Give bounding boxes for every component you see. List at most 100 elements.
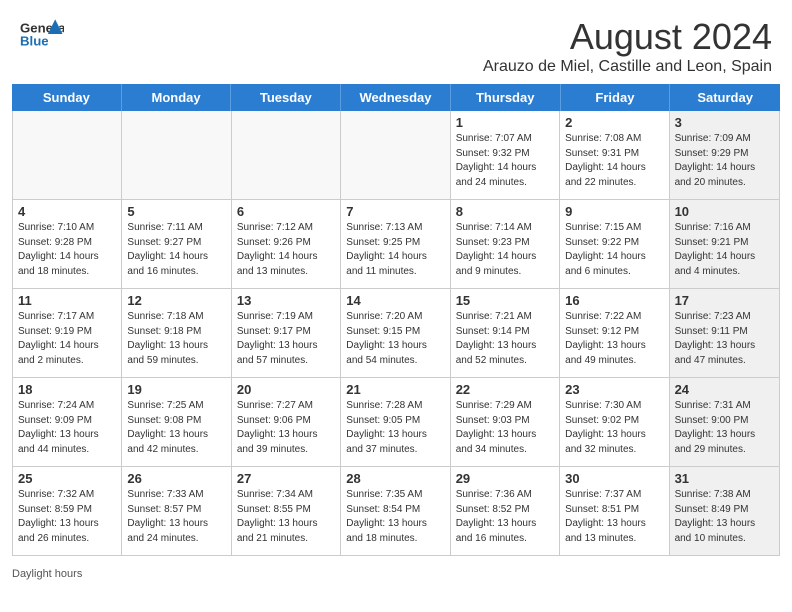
main-title: August 2024	[483, 16, 772, 58]
day-number: 30	[565, 471, 663, 486]
calendar-cell-empty-3	[341, 111, 450, 199]
day-number: 13	[237, 293, 335, 308]
calendar-cell-21: 21Sunrise: 7:28 AM Sunset: 9:05 PM Dayli…	[341, 378, 450, 466]
svg-text:Blue: Blue	[20, 34, 49, 49]
calendar-cell-12: 12 Sunrise: 7:18 AM Sunset: 9:18 PM Dayli…	[122, 289, 231, 377]
day-info: Sunrise: 7:09 AM Sunset: 9:29 PM Dayligh…	[675, 132, 774, 190]
day-info: Sunrise: 7:33 AM Sunset: 8:57 PM Dayligh…	[127, 488, 225, 546]
day-info: Sunrise: 7:30 AM Sunset: 9:02 PM Dayligh…	[565, 399, 663, 457]
day-info: Sunrise: 7:34 AM Sunset: 8:55 PM Dayligh…	[237, 488, 335, 546]
header-day-sunday: Sunday	[12, 84, 122, 111]
day-number: 14	[346, 293, 444, 308]
calendar-cell-empty-0	[13, 111, 122, 199]
header-day-wednesday: Wednesday	[341, 84, 451, 111]
day-info: Sunrise: 7:11 AM Sunset: 9:27 PM Dayligh…	[127, 221, 225, 279]
day-info: Sunrise: 7:22 AM Sunset: 9:12 PM Dayligh…	[565, 310, 663, 368]
day-info: Sunrise: 7:25 AM Sunset: 9:08 PM Dayligh…	[127, 399, 225, 457]
calendar-cell-6: 6Sunrise: 7:12 AM Sunset: 9:26 PM Daylig…	[232, 200, 341, 288]
day-info: Sunrise: 7:18 AM Sunset: 9:18 PM Dayligh…	[127, 310, 225, 368]
calendar-cell-19: 19 Sunrise: 7:25 AM Sunset: 9:08 PM Dayli…	[122, 378, 231, 466]
day-number: 16	[565, 293, 663, 308]
calendar-cell-17: 17 Sunrise: 7:23 AM Sunset: 9:11 PM Dayli…	[670, 289, 779, 377]
calendar: SundayMondayTuesdayWednesdayThursdayFrid…	[12, 84, 780, 556]
calendar-cell-empty-1	[122, 111, 231, 199]
calendar-cell-28: 28 Sunrise: 7:35 AM Sunset: 8:54 PM Dayli…	[341, 467, 450, 555]
day-number: 22	[456, 382, 554, 397]
calendar-cell-5: 5 Sunrise: 7:11 AM Sunset: 9:27 PM Daylig…	[122, 200, 231, 288]
app-container: General Blue August 2024 Arauzo de Miel,…	[0, 0, 792, 584]
day-info: Sunrise: 7:35 AM Sunset: 8:54 PM Dayligh…	[346, 488, 444, 546]
day-number: 15	[456, 293, 554, 308]
calendar-row-1: 4 Sunrise: 7:10 AM Sunset: 9:28 PM Daylig…	[13, 199, 779, 288]
day-number: 17	[675, 293, 774, 308]
day-info: Sunrise: 7:08 AM Sunset: 9:31 PM Dayligh…	[565, 132, 663, 190]
day-number: 4	[18, 204, 116, 219]
calendar-row-2: 11Sunrise: 7:17 AM Sunset: 9:19 PM Dayli…	[13, 288, 779, 377]
day-number: 31	[675, 471, 774, 486]
day-info: Sunrise: 7:16 AM Sunset: 9:21 PM Dayligh…	[675, 221, 774, 279]
daylight-label: Daylight hours	[12, 568, 82, 580]
day-info: Sunrise: 7:10 AM Sunset: 9:28 PM Dayligh…	[18, 221, 116, 279]
day-number: 9	[565, 204, 663, 219]
day-number: 25	[18, 471, 116, 486]
day-info: Sunrise: 7:29 AM Sunset: 9:03 PM Dayligh…	[456, 399, 554, 457]
day-number: 28	[346, 471, 444, 486]
calendar-cell-2: 2 Sunrise: 7:08 AM Sunset: 9:31 PM Daylig…	[560, 111, 669, 199]
calendar-cell-8: 8 Sunrise: 7:14 AM Sunset: 9:23 PM Daylig…	[451, 200, 560, 288]
calendar-cell-27: 27 Sunrise: 7:34 AM Sunset: 8:55 PM Dayli…	[232, 467, 341, 555]
day-number: 3	[675, 115, 774, 130]
calendar-cell-15: 15 Sunrise: 7:21 AM Sunset: 9:14 PM Dayli…	[451, 289, 560, 377]
day-info: Sunrise: 7:07 AM Sunset: 9:32 PM Dayligh…	[456, 132, 554, 190]
day-number: 26	[127, 471, 225, 486]
day-number: 12	[127, 293, 225, 308]
header: General Blue August 2024 Arauzo de Miel,…	[0, 0, 792, 84]
day-info: Sunrise: 7:23 AM Sunset: 9:11 PM Dayligh…	[675, 310, 774, 368]
day-number: 24	[675, 382, 774, 397]
calendar-cell-empty-2	[232, 111, 341, 199]
day-info: Sunrise: 7:32 AM Sunset: 8:59 PM Dayligh…	[18, 488, 116, 546]
calendar-cell-4: 4 Sunrise: 7:10 AM Sunset: 9:28 PM Daylig…	[13, 200, 122, 288]
day-number: 5	[127, 204, 225, 219]
calendar-cell-1: 1 Sunrise: 7:07 AM Sunset: 9:32 PM Daylig…	[451, 111, 560, 199]
day-info: Sunrise: 7:15 AM Sunset: 9:22 PM Dayligh…	[565, 221, 663, 279]
calendar-cell-26: 26 Sunrise: 7:33 AM Sunset: 8:57 PM Dayli…	[122, 467, 231, 555]
calendar-cell-7: 7Sunrise: 7:13 AM Sunset: 9:25 PM Daylig…	[341, 200, 450, 288]
footer: Daylight hours	[0, 564, 792, 584]
day-info: Sunrise: 7:21 AM Sunset: 9:14 PM Dayligh…	[456, 310, 554, 368]
day-number: 10	[675, 204, 774, 219]
calendar-cell-3: 3 Sunrise: 7:09 AM Sunset: 9:29 PM Daylig…	[670, 111, 779, 199]
calendar-cell-23: 23 Sunrise: 7:30 AM Sunset: 9:02 PM Dayli…	[560, 378, 669, 466]
day-number: 8	[456, 204, 554, 219]
calendar-cell-29: 29Sunrise: 7:36 AM Sunset: 8:52 PM Dayli…	[451, 467, 560, 555]
day-number: 2	[565, 115, 663, 130]
subtitle: Arauzo de Miel, Castille and Leon, Spain	[483, 58, 772, 76]
calendar-cell-13: 13Sunrise: 7:19 AM Sunset: 9:17 PM Dayli…	[232, 289, 341, 377]
title-section: August 2024 Arauzo de Miel, Castille and…	[483, 16, 772, 76]
day-number: 19	[127, 382, 225, 397]
day-info: Sunrise: 7:27 AM Sunset: 9:06 PM Dayligh…	[237, 399, 335, 457]
day-number: 1	[456, 115, 554, 130]
calendar-cell-9: 9 Sunrise: 7:15 AM Sunset: 9:22 PM Daylig…	[560, 200, 669, 288]
calendar-cell-10: 10 Sunrise: 7:16 AM Sunset: 9:21 PM Dayli…	[670, 200, 779, 288]
calendar-cell-18: 18Sunrise: 7:24 AM Sunset: 9:09 PM Dayli…	[13, 378, 122, 466]
header-day-saturday: Saturday	[670, 84, 780, 111]
calendar-header: SundayMondayTuesdayWednesdayThursdayFrid…	[12, 84, 780, 111]
day-info: Sunrise: 7:38 AM Sunset: 8:49 PM Dayligh…	[675, 488, 774, 546]
day-info: Sunrise: 7:20 AM Sunset: 9:15 PM Dayligh…	[346, 310, 444, 368]
day-info: Sunrise: 7:37 AM Sunset: 8:51 PM Dayligh…	[565, 488, 663, 546]
day-number: 6	[237, 204, 335, 219]
header-day-tuesday: Tuesday	[231, 84, 341, 111]
calendar-cell-20: 20Sunrise: 7:27 AM Sunset: 9:06 PM Dayli…	[232, 378, 341, 466]
calendar-cell-22: 22 Sunrise: 7:29 AM Sunset: 9:03 PM Dayli…	[451, 378, 560, 466]
calendar-cell-16: 16 Sunrise: 7:22 AM Sunset: 9:12 PM Dayli…	[560, 289, 669, 377]
day-number: 23	[565, 382, 663, 397]
calendar-cell-30: 30 Sunrise: 7:37 AM Sunset: 8:51 PM Dayli…	[560, 467, 669, 555]
calendar-cell-25: 25 Sunrise: 7:32 AM Sunset: 8:59 PM Dayli…	[13, 467, 122, 555]
calendar-cell-24: 24Sunrise: 7:31 AM Sunset: 9:00 PM Dayli…	[670, 378, 779, 466]
calendar-cell-11: 11Sunrise: 7:17 AM Sunset: 9:19 PM Dayli…	[13, 289, 122, 377]
day-number: 27	[237, 471, 335, 486]
day-info: Sunrise: 7:24 AM Sunset: 9:09 PM Dayligh…	[18, 399, 116, 457]
day-info: Sunrise: 7:14 AM Sunset: 9:23 PM Dayligh…	[456, 221, 554, 279]
calendar-cell-14: 14 Sunrise: 7:20 AM Sunset: 9:15 PM Dayli…	[341, 289, 450, 377]
logo: General Blue	[20, 16, 64, 52]
